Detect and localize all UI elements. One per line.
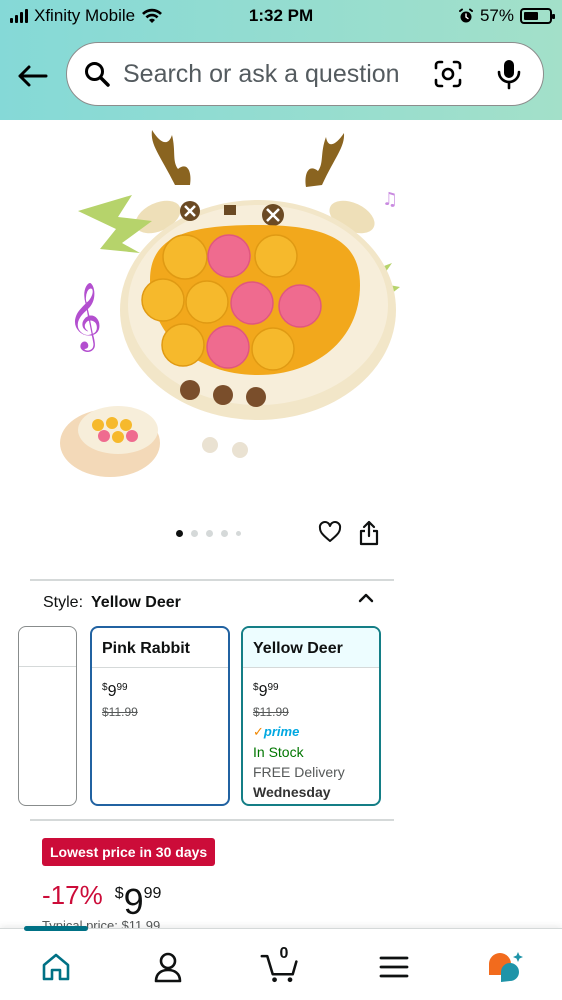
stock-status: In Stock — [253, 744, 304, 760]
divider — [30, 579, 394, 581]
option-list-price: $11.99 — [253, 705, 289, 719]
image-pagination[interactable] — [176, 530, 241, 537]
menu-icon — [379, 956, 409, 978]
delivery-label: FREE Delivery — [253, 764, 345, 780]
bottom-nav: 0 — [0, 926, 562, 1000]
lowest-price-badge: Lowest price in 30 days — [42, 838, 216, 866]
option-price: $999 — [102, 682, 128, 700]
check-icon: ✓ — [253, 724, 264, 739]
style-option-yellow-deer[interactable]: Yellow Deer $999 $11.99 ✓prime In Stock … — [241, 626, 381, 806]
battery-icon — [520, 8, 555, 24]
status-right: 57% — [458, 6, 555, 26]
chevron-up-icon[interactable] — [356, 590, 376, 606]
product-image[interactable]: 𝄞 ♫ — [60, 125, 400, 485]
nav-menu[interactable] — [374, 947, 414, 987]
camera-scan-icon[interactable] — [433, 59, 463, 89]
account-icon — [154, 952, 182, 983]
pagination-dot[interactable] — [206, 530, 213, 537]
style-label: Style: — [43, 594, 84, 611]
style-selected-value: Yellow Deer — [91, 594, 181, 611]
option-price: $999 — [253, 682, 279, 700]
option-list-price: $11.99 — [102, 705, 138, 719]
battery-percent: 57% — [479, 6, 514, 25]
style-selector[interactable]: Style: Yellow Deer — [43, 594, 181, 612]
discount-percent: -17% — [42, 880, 103, 910]
nav-rufus[interactable] — [486, 947, 526, 987]
alarm-icon — [458, 8, 473, 23]
product-page: Xfinity Mobile 1:32 PM 57% Search or ask… — [0, 0, 562, 1000]
nav-cart[interactable]: 0 — [260, 945, 300, 987]
arrow-left-icon — [18, 65, 48, 87]
cart-count: 0 — [279, 945, 289, 962]
search-bar[interactable]: Search or ask a question — [66, 42, 544, 106]
pagination-dot[interactable] — [236, 531, 241, 536]
style-option-card-partial[interactable] — [18, 626, 77, 806]
style-option-pink-rabbit[interactable]: Pink Rabbit $999 $11.99 — [90, 626, 230, 806]
active-tab-indicator — [24, 926, 88, 931]
back-button[interactable] — [14, 58, 50, 94]
rufus-ai-icon — [489, 952, 523, 982]
app-header: Xfinity Mobile 1:32 PM 57% Search or ask… — [0, 0, 562, 120]
search-icon — [83, 60, 111, 88]
price-row: -17% $999 — [42, 876, 161, 920]
pagination-dot[interactable] — [191, 530, 198, 537]
status-bar: Xfinity Mobile 1:32 PM 57% — [0, 0, 562, 34]
divider — [30, 819, 394, 821]
svg-text:♫: ♫ — [382, 189, 398, 210]
svg-text:𝄞: 𝄞 — [68, 281, 102, 352]
current-price: $999 — [114, 881, 162, 922]
pagination-dot[interactable] — [221, 530, 228, 537]
microphone-icon[interactable] — [495, 58, 523, 90]
nav-home[interactable] — [36, 947, 76, 987]
delivery-day: Wednesday — [253, 784, 331, 800]
nav-account[interactable] — [148, 947, 188, 987]
search-input[interactable]: Search or ask a question — [123, 60, 400, 89]
prime-badge: ✓prime — [253, 724, 300, 739]
home-icon — [42, 953, 70, 981]
share-icon[interactable] — [358, 520, 380, 546]
heart-icon[interactable] — [318, 520, 342, 544]
option-title: Yellow Deer — [243, 628, 379, 668]
option-title: Pink Rabbit — [92, 628, 228, 668]
pagination-dot[interactable] — [176, 530, 183, 537]
